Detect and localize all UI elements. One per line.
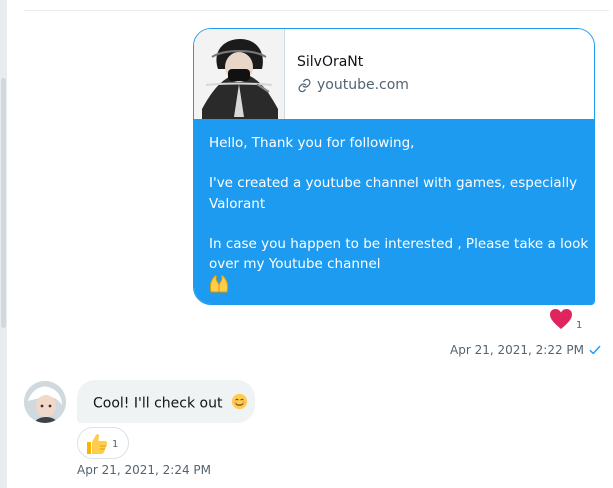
thumbs-up-reaction-count: 1 — [112, 439, 119, 450]
outgoing-message-line: over my Youtube channel — [209, 256, 381, 272]
thumbs-up-icon — [85, 432, 109, 460]
check-icon — [588, 343, 602, 357]
top-divider — [24, 10, 609, 11]
heart-reaction[interactable]: 1 — [549, 308, 582, 334]
outgoing-message-line: In case you happen to be interested , Pl… — [209, 236, 589, 252]
smiling-face-icon — [231, 393, 248, 414]
incoming-message-bubble: Cool! I'll check out — [77, 380, 255, 423]
left-scrollbar[interactable] — [0, 0, 7, 488]
heart-icon — [549, 308, 573, 334]
link-preview-card[interactable]: SilvOraNt youtube.com — [194, 29, 594, 120]
outgoing-message-card: SilvOraNt youtube.com Hello, Thank you f… — [193, 28, 595, 305]
avatar-image — [24, 381, 66, 423]
outgoing-message-line: I've created a youtube channel with game… — [209, 175, 578, 191]
thumbs-up-reaction[interactable]: 1 — [77, 427, 129, 459]
outgoing-message-bubble: Hello, Thank you for following, I've cre… — [194, 120, 594, 304]
link-preview-thumbnail-image — [194, 29, 284, 119]
incoming-message-text: Cool! I'll check out — [93, 395, 223, 412]
link-preview-thumbnail — [194, 29, 285, 119]
outgoing-timestamp-row: Apr 21, 2021, 2:22 PM — [450, 343, 602, 357]
left-scrollbar-thumb[interactable] — [1, 78, 6, 328]
heart-reaction-count: 1 — [576, 320, 583, 331]
incoming-timestamp: Apr 21, 2021, 2:24 PM — [77, 463, 211, 477]
link-preview-domain: youtube.com — [317, 77, 409, 93]
link-preview-title[interactable]: SilvOraNt — [297, 54, 363, 70]
link-preview-domain-row[interactable]: youtube.com — [297, 77, 409, 93]
outgoing-message-line: Valorant — [209, 196, 266, 212]
outgoing-message-line: Hello, Thank you for following, — [209, 135, 415, 151]
avatar[interactable] — [24, 381, 66, 423]
incoming-message-text-row: Cool! I'll check out — [93, 393, 248, 414]
link-icon — [297, 78, 312, 93]
outgoing-timestamp: Apr 21, 2021, 2:22 PM — [450, 343, 584, 357]
praise-hands-icon — [209, 275, 229, 299]
